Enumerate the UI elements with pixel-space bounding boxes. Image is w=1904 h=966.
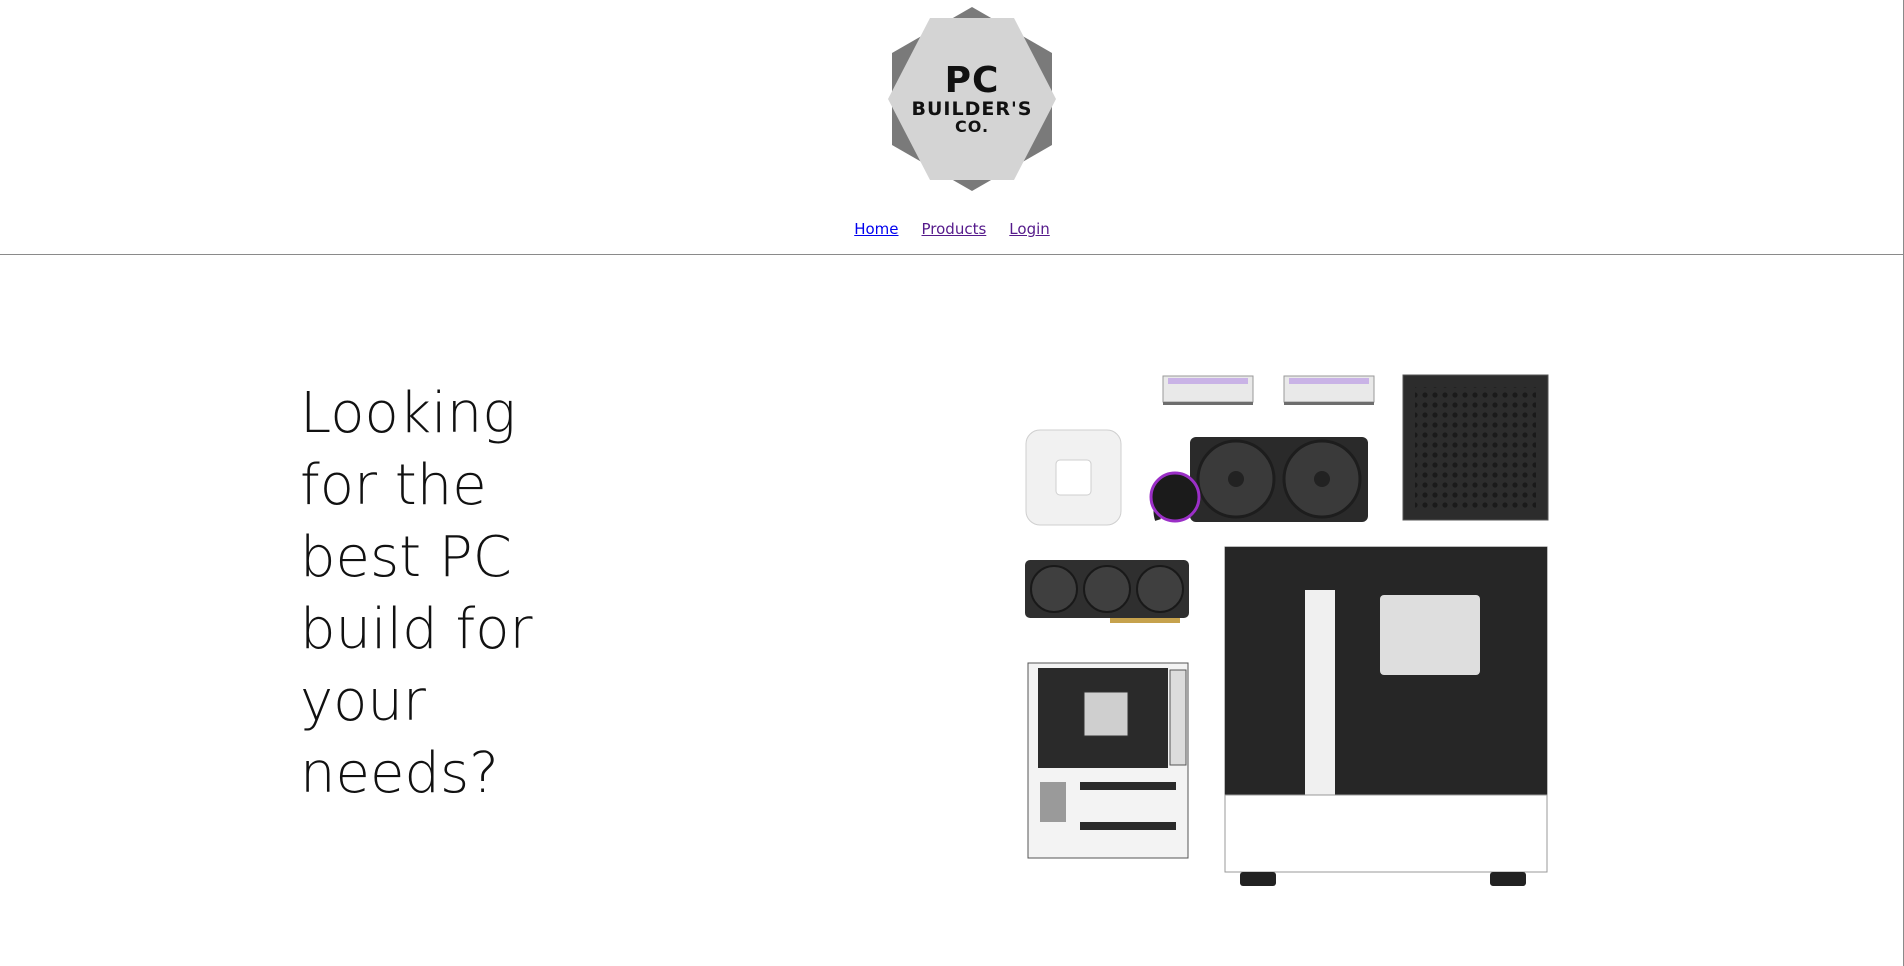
logo-line-3: CO. bbox=[954, 117, 990, 137]
power-supply-icon bbox=[1402, 374, 1549, 521]
logo-line-2: BUILDER'S bbox=[911, 97, 1033, 120]
nav-link-login[interactable]: Login bbox=[1009, 220, 1049, 238]
nav-link-home[interactable]: Home bbox=[854, 220, 898, 238]
ram-stick-1-icon bbox=[1162, 375, 1254, 405]
graphics-card-icon bbox=[1025, 560, 1189, 623]
nav-link-products[interactable]: Products bbox=[922, 220, 987, 238]
logo-line-1: PC bbox=[944, 59, 1000, 101]
page: PC BUILDER'S CO. Home Products Login Loo… bbox=[0, 0, 1904, 966]
site-header: PC BUILDER'S CO. Home Products Login bbox=[0, 0, 1904, 255]
ram-stick-2-icon bbox=[1283, 375, 1375, 405]
pc-components-image bbox=[1020, 370, 1560, 900]
cable-organizer-icon bbox=[1025, 429, 1122, 526]
logo-wordmark: PC BUILDER'S CO. bbox=[880, 7, 1064, 191]
pc-components-illustration bbox=[1025, 374, 1549, 886]
hero-title: Looking for the best PC build for your n… bbox=[300, 381, 533, 806]
motherboard-icon bbox=[1027, 662, 1189, 859]
site-logo[interactable]: PC BUILDER'S CO. bbox=[880, 7, 1064, 191]
pc-case-icon bbox=[1224, 546, 1548, 886]
aio-cooler-icon bbox=[1149, 437, 1368, 523]
main-nav: Home Products Login bbox=[0, 220, 1904, 238]
